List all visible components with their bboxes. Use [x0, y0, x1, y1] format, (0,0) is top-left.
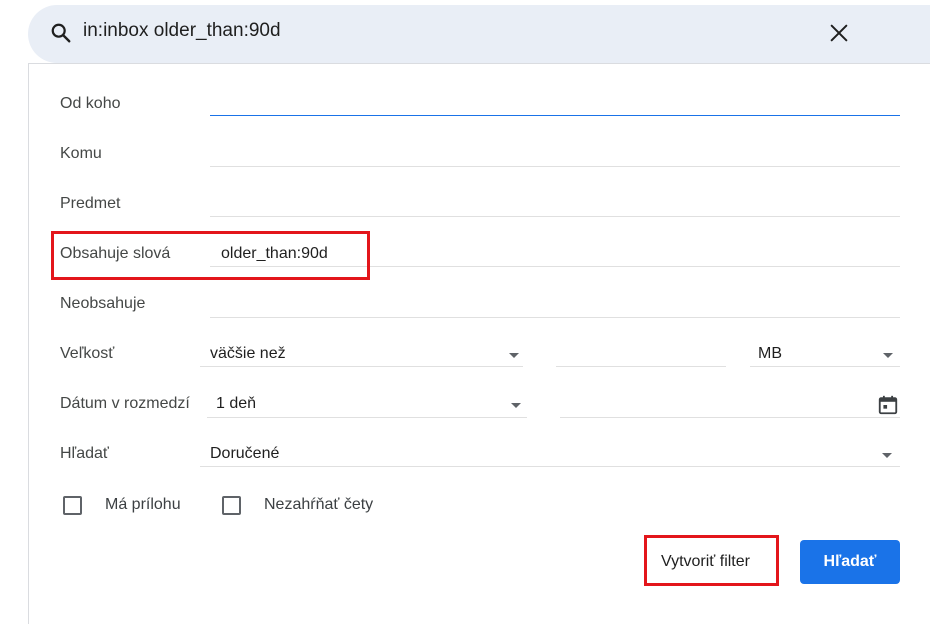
highlight-box-create-filter [644, 535, 779, 586]
subject-field[interactable] [210, 216, 900, 217]
calendar-icon[interactable] [877, 394, 899, 416]
size-label: Veľkosť [60, 345, 115, 362]
has-attachment-label: Má prílohu [105, 496, 181, 513]
search-button[interactable]: Hľadať [800, 540, 900, 584]
date-range-select[interactable]: 1 deň [216, 395, 256, 413]
to-field[interactable] [210, 166, 900, 167]
dropdown-arrow-icon [883, 353, 893, 358]
highlight-box-has-words [51, 231, 370, 280]
search-in-select[interactable]: Doručené [210, 445, 279, 463]
dropdown-arrow-icon [882, 453, 892, 458]
doesnt-have-field[interactable] [210, 317, 900, 318]
from-field[interactable] [210, 115, 900, 116]
close-icon[interactable] [828, 22, 850, 44]
dropdown-arrow-icon [511, 403, 521, 408]
exclude-chats-label: Nezahŕňať čety [264, 496, 374, 513]
size-operator-underline [200, 366, 523, 367]
dropdown-arrow-icon [509, 353, 519, 358]
size-operator-select[interactable]: väčšie než [210, 345, 286, 363]
size-value-field[interactable] [556, 366, 726, 367]
search-input[interactable]: in:inbox older_than:90d [83, 20, 281, 42]
size-unit-underline [750, 366, 900, 367]
doesnt-have-label: Neobsahuje [60, 295, 146, 312]
has-attachment-checkbox[interactable] [63, 496, 82, 515]
size-unit-select[interactable]: MB [758, 345, 782, 363]
subject-label: Predmet [60, 195, 121, 212]
search-in-label: Hľadať [60, 445, 109, 462]
search-options-panel [28, 63, 930, 624]
search-in-underline [200, 466, 900, 467]
from-label: Od koho [60, 95, 121, 112]
to-label: Komu [60, 145, 102, 162]
search-icon[interactable] [50, 22, 72, 44]
date-label: Dátum v rozmedzí [60, 395, 190, 412]
exclude-chats-checkbox[interactable] [222, 496, 241, 515]
date-field[interactable] [560, 417, 900, 418]
date-range-underline [207, 417, 527, 418]
